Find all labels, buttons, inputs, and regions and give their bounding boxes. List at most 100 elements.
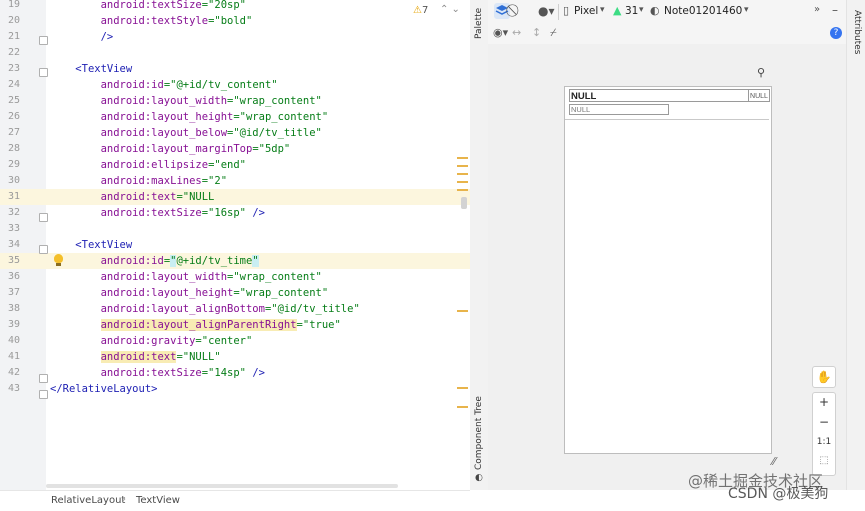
code-text[interactable]: android:textSize="20sp"	[50, 0, 246, 13]
code-line[interactable]: 30 android:maxLines="2"	[0, 173, 470, 189]
code-text[interactable]: android:id="@+id/tv_content"	[50, 77, 278, 93]
code-line[interactable]: 24 android:id="@+id/tv_content"	[0, 77, 470, 93]
pan-hand-button[interactable]: ✋	[812, 366, 836, 388]
code-line[interactable]: 31 android:text="NULL	[0, 189, 470, 205]
warning-marker[interactable]	[457, 157, 468, 159]
code-text[interactable]: android:gravity="center"	[50, 333, 253, 349]
code-text[interactable]: android:layout_width="wrap_content"	[50, 269, 322, 285]
warning-marker[interactable]	[457, 165, 468, 167]
code-line[interactable]: 25 android:layout_width="wrap_content"	[0, 93, 470, 109]
device-selector[interactable]: Pixel	[574, 5, 598, 17]
warning-marker[interactable]	[457, 387, 468, 389]
fold-marker[interactable]	[39, 36, 48, 45]
code-line[interactable]: 34 <TextView	[0, 237, 470, 253]
code-text[interactable]: android:textSize="16sp" />	[50, 205, 265, 221]
device-preview[interactable]	[564, 86, 772, 454]
code-line[interactable]: 33	[0, 221, 470, 237]
lightbulb-icon[interactable]	[54, 254, 63, 263]
palette-tab[interactable]: Palette	[474, 8, 484, 39]
code-line[interactable]: 32 android:textSize="16sp" />	[0, 205, 470, 221]
zoom-actual-size-button[interactable]: 1:1	[813, 437, 835, 447]
code-text[interactable]: android:textStyle="bold"	[50, 13, 253, 29]
code-line[interactable]: 27 android:layout_below="@id/tv_title"	[0, 125, 470, 141]
code-text[interactable]: />	[50, 29, 114, 45]
zoom-in-button[interactable]: +	[813, 395, 835, 409]
code-line[interactable]: 23 <TextView	[0, 61, 470, 77]
preview-title-text[interactable]: NULL	[569, 89, 749, 102]
code-text[interactable]: android:layout_alignParentRight="true"	[50, 317, 341, 333]
code-line[interactable]: 35 android:id="@+id/tv_time"	[0, 253, 470, 269]
code-text[interactable]: android:ellipsize="end"	[50, 157, 246, 173]
vertical-constraint-icon[interactable]: ↕	[532, 26, 541, 39]
code-line[interactable]: 40 android:gravity="center"	[0, 333, 470, 349]
layers-icon[interactable]	[494, 3, 510, 19]
code-line[interactable]: 37 android:layout_height="wrap_content"	[0, 285, 470, 301]
breadcrumb-item[interactable]: TextView	[136, 495, 180, 506]
code-text[interactable]: android:layout_alignBottom="@id/tv_title…	[50, 301, 360, 317]
code-token: ="2"	[201, 175, 228, 187]
code-text[interactable]: android:layout_height="wrap_content"	[50, 109, 329, 125]
code-line[interactable]: 43 </RelativeLayout>	[0, 381, 470, 397]
code-line[interactable]: 29 android:ellipsize="end"	[0, 157, 470, 173]
preview-content-text[interactable]: NULL	[569, 104, 669, 115]
code-line[interactable]: 20 android:textStyle="bold"	[0, 13, 470, 29]
fold-marker[interactable]	[39, 213, 48, 222]
api-selector[interactable]: 31	[625, 5, 638, 17]
code-line[interactable]: 19 android:textSize="20sp"	[0, 0, 470, 13]
scrollbar-thumb[interactable]	[461, 197, 467, 209]
code-line[interactable]: 21 />	[0, 29, 470, 45]
component-tree-tab[interactable]: Component Tree	[474, 396, 484, 470]
magnet-icon[interactable]: ⌿	[550, 26, 557, 40]
night-mode-icon[interactable]: ●▾	[538, 4, 555, 18]
warning-marker[interactable]	[457, 173, 468, 175]
breadcrumb: RelativeLayout › TextView	[0, 490, 470, 511]
fold-marker[interactable]	[39, 245, 48, 254]
code-line[interactable]: 36 android:layout_width="wrap_content"	[0, 269, 470, 285]
code-line[interactable]: 39 android:layout_alignParentRight="true…	[0, 317, 470, 333]
horizontal-constraint-icon[interactable]: ↔	[512, 26, 521, 39]
code-text[interactable]: android:id="@+id/tv_time"	[50, 253, 259, 269]
fold-marker[interactable]	[39, 374, 48, 383]
fold-marker[interactable]	[39, 68, 48, 77]
preview-time-text[interactable]: NULL	[748, 89, 770, 102]
warning-marker[interactable]	[457, 310, 468, 312]
code-text[interactable]: <TextView	[50, 61, 132, 77]
code-line[interactable]: 28 android:layout_marginTop="5dp"	[0, 141, 470, 157]
code-editor[interactable]: 19 android:textSize="20sp" 20 android:tex…	[0, 0, 470, 490]
code-line[interactable]: 41 android:text="NULL"	[0, 349, 470, 365]
code-text[interactable]: <TextView	[50, 237, 132, 253]
right-tool-strip: Attributes	[846, 0, 865, 490]
code-line[interactable]: 22	[0, 45, 470, 61]
help-icon[interactable]: ?	[830, 27, 842, 39]
minimize-icon[interactable]: –	[832, 3, 838, 17]
vertical-scrollbar[interactable]	[460, 0, 468, 490]
fold-marker[interactable]	[39, 390, 48, 399]
eye-icon[interactable]: ◉▾	[493, 26, 508, 39]
code-line[interactable]: 38 android:layout_alignBottom="@id/tv_ti…	[0, 301, 470, 317]
code-text[interactable]: android:layout_below="@id/tv_title"	[50, 125, 322, 141]
code-line[interactable]: 26 android:layout_height="wrap_content"	[0, 109, 470, 125]
code-text[interactable]: android:layout_width="wrap_content"	[50, 93, 322, 109]
pin-icon[interactable]: ⚲	[757, 66, 765, 79]
code-text[interactable]: </RelativeLayout>	[50, 381, 157, 397]
code-text[interactable]: android:maxLines="2"	[50, 173, 227, 189]
code-text[interactable]: android:layout_marginTop="5dp"	[50, 141, 291, 157]
code-text[interactable]: android:text="NULL	[50, 189, 215, 205]
code-line[interactable]: 42 android:textSize="14sp" />	[0, 365, 470, 381]
code-text[interactable]: android:textSize="14sp" />	[50, 365, 265, 381]
code-text[interactable]: android:layout_height="wrap_content"	[50, 285, 329, 301]
warning-indicator[interactable]: ⚠7	[413, 5, 428, 16]
horizontal-scrollbar[interactable]	[46, 484, 398, 488]
warning-marker[interactable]	[457, 181, 468, 183]
warning-marker[interactable]	[457, 406, 468, 408]
theme-selector[interactable]: Note01201460	[664, 5, 742, 17]
more-icon[interactable]: »	[814, 4, 820, 15]
zoom-fit-icon[interactable]: ⬚	[813, 455, 835, 466]
warning-marker[interactable]	[457, 189, 468, 191]
attributes-tab[interactable]: Attributes	[852, 10, 862, 54]
chevron-navigation-icon[interactable]: ⌃ ⌄	[440, 4, 460, 15]
zoom-out-button[interactable]: −	[813, 415, 835, 429]
code-text[interactable]: android:text="NULL"	[50, 349, 221, 365]
breadcrumb-item[interactable]: RelativeLayout	[51, 495, 125, 506]
resize-handle-icon[interactable]: ⁄⁄	[772, 455, 776, 468]
